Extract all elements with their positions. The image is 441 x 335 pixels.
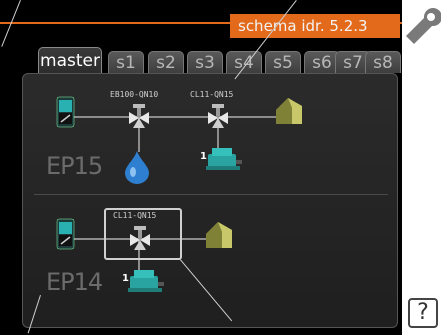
ep14-valve-icon[interactable] (129, 226, 151, 254)
ep14-pump-icon[interactable] (126, 268, 164, 298)
ep14-valve-label: CL11-QN15 (113, 211, 157, 220)
tab-s4[interactable]: s4 (226, 51, 262, 73)
tab-s3[interactable]: s3 (187, 51, 223, 73)
ep15-valve1-icon[interactable] (128, 104, 150, 132)
wrench-icon (402, 0, 441, 60)
ep14-controller-icon (56, 218, 76, 254)
ep15-controller-icon (56, 96, 76, 132)
ep14-house-icon (202, 220, 236, 254)
page-title: schema idr. 5.2.3 (230, 14, 400, 38)
tab-master[interactable]: master (38, 47, 102, 75)
tab-s8[interactable]: s8 (365, 51, 401, 73)
ep15-valve2-label: CL11-QN15 (190, 90, 234, 99)
ep15-valve2-icon[interactable] (207, 104, 229, 132)
ep14-label: EP14 (46, 268, 103, 296)
help-button[interactable]: ? (408, 298, 438, 328)
tab-bar: master s1 s2 s3 s4 s5 s6 s7 s8 (38, 47, 401, 75)
tab-s2[interactable]: s2 (148, 51, 184, 73)
tab-s5[interactable]: s5 (265, 51, 301, 73)
ep15-valve1-label: EB100-QN10 (110, 90, 159, 99)
tab-s1[interactable]: s1 (108, 51, 144, 73)
display-screen: schema idr. 5.2.3 master s1 s2 s3 s4 s5 … (0, 0, 402, 335)
ep15-pump-icon[interactable] (204, 146, 242, 176)
ep15-water-drop-icon (122, 150, 152, 188)
ep15-house-icon (272, 96, 306, 130)
ep15-label: EP15 (46, 152, 103, 180)
ep15-main-pipe (68, 116, 278, 118)
section-divider (34, 194, 388, 195)
